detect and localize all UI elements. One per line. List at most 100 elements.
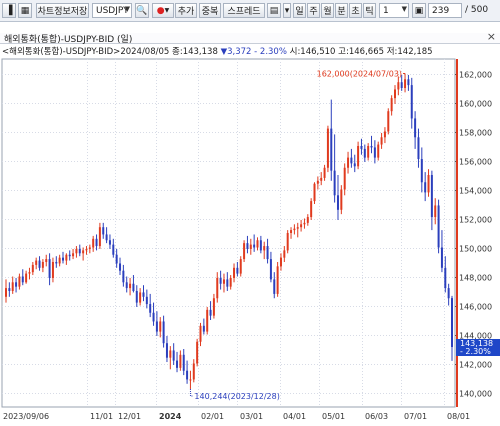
- candle-body: [28, 272, 31, 274]
- candle-body: [152, 312, 155, 322]
- candle-body: [119, 263, 122, 271]
- candle-body: [8, 288, 11, 291]
- candle-body: [11, 282, 14, 291]
- candle-body: [18, 276, 21, 287]
- x-tick-label: 05/01: [322, 412, 345, 421]
- candle-body: [410, 85, 413, 119]
- candle-body: [108, 240, 111, 245]
- candle-body: [159, 321, 162, 332]
- candle-body: [383, 131, 386, 138]
- candle-body: [350, 157, 353, 164]
- candle-body: [303, 222, 306, 225]
- candle-body: [424, 182, 427, 193]
- candle-body: [279, 257, 282, 267]
- candle-body: [326, 128, 329, 168]
- candle-body: [196, 341, 199, 364]
- candle-body: [48, 259, 51, 278]
- candle-body: [179, 354, 182, 368]
- candle-body: [165, 343, 168, 358]
- candle-body: [88, 247, 91, 249]
- candle-body: [35, 260, 38, 265]
- x-tick-label: 03/01: [240, 412, 263, 421]
- low-annotation: 140,244(2023/12/28): [194, 392, 279, 401]
- candle-body: [286, 233, 289, 251]
- candle-body: [85, 248, 88, 251]
- candle-body: [216, 277, 219, 299]
- candle-body: [102, 227, 105, 235]
- candle-body: [293, 228, 296, 231]
- candle-body: [72, 253, 75, 257]
- candle-body: [253, 244, 256, 248]
- candle-body: [437, 205, 440, 248]
- x-tick-label: 08/01: [447, 412, 470, 421]
- candle-body: [75, 248, 78, 254]
- x-tick-label: 04/01: [283, 412, 306, 421]
- candle-body: [15, 282, 18, 287]
- candle-body: [259, 240, 262, 251]
- candle-body: [414, 118, 417, 138]
- candle-body: [233, 267, 236, 278]
- y-tick-label: 156,000: [459, 158, 492, 167]
- y-tick-label: 154,000: [459, 187, 492, 196]
- candle-body: [347, 157, 350, 168]
- candle-body: [62, 257, 65, 261]
- x-tick-label: 12/01: [118, 412, 141, 421]
- candle-body: [353, 163, 356, 167]
- price-tag-change: - 2.30%: [460, 347, 491, 356]
- candle-body: [209, 309, 212, 316]
- candle-body: [417, 137, 420, 160]
- candle-body: [249, 244, 252, 249]
- price-chart[interactable]: 140,000142,000144,000146,000148,000150,0…: [0, 0, 500, 426]
- candle-body: [5, 288, 7, 297]
- x-tick-label: 2023/09/06: [3, 412, 49, 421]
- candle-body: [434, 205, 437, 218]
- candle-body: [367, 146, 370, 158]
- candle-body: [182, 354, 185, 371]
- candle-body: [105, 234, 108, 241]
- candle-body: [320, 177, 323, 181]
- candle-body: [444, 267, 447, 289]
- candle-body: [333, 170, 336, 196]
- candle-body: [95, 238, 98, 247]
- candle-body: [290, 230, 293, 233]
- candle-body: [45, 259, 48, 262]
- candle-body: [189, 379, 192, 381]
- y-tick-label: 152,000: [459, 216, 492, 225]
- candle-body: [212, 298, 215, 316]
- candle-body: [283, 250, 286, 258]
- candle-body: [373, 147, 376, 158]
- candle-body: [263, 246, 266, 251]
- x-tick-label: 07/01: [404, 412, 427, 421]
- candle-body: [447, 288, 450, 299]
- candle-body: [129, 283, 132, 289]
- plot-area: [1, 58, 456, 408]
- candle-body: [296, 227, 299, 229]
- candle-body: [316, 180, 319, 184]
- candle-body: [58, 257, 61, 264]
- candle-body: [192, 363, 195, 380]
- candle-body: [38, 260, 41, 268]
- candle-body: [149, 304, 152, 313]
- candle-body: [239, 259, 242, 274]
- candle-body: [370, 146, 373, 148]
- candle-body: [186, 370, 189, 380]
- candle-body: [387, 111, 390, 132]
- candle-body: [51, 262, 54, 278]
- candle-body: [360, 146, 363, 149]
- candle-body: [451, 298, 453, 347]
- candle-body: [78, 248, 81, 254]
- candle-body: [380, 137, 383, 145]
- candle-body: [55, 262, 58, 264]
- candle-body: [393, 89, 396, 99]
- candle-body: [246, 243, 249, 249]
- candle-body: [41, 262, 44, 268]
- candle-body: [92, 238, 95, 248]
- candle-body: [310, 201, 313, 218]
- candle-body: [313, 183, 316, 202]
- candle-body: [65, 254, 68, 261]
- candle-body: [377, 144, 380, 158]
- candle-body: [172, 350, 175, 361]
- y-tick-label: 160,000: [459, 100, 492, 109]
- y-tick-label: 140,000: [459, 390, 492, 399]
- high-annotation: 162,000(2024/07/03): [317, 70, 402, 79]
